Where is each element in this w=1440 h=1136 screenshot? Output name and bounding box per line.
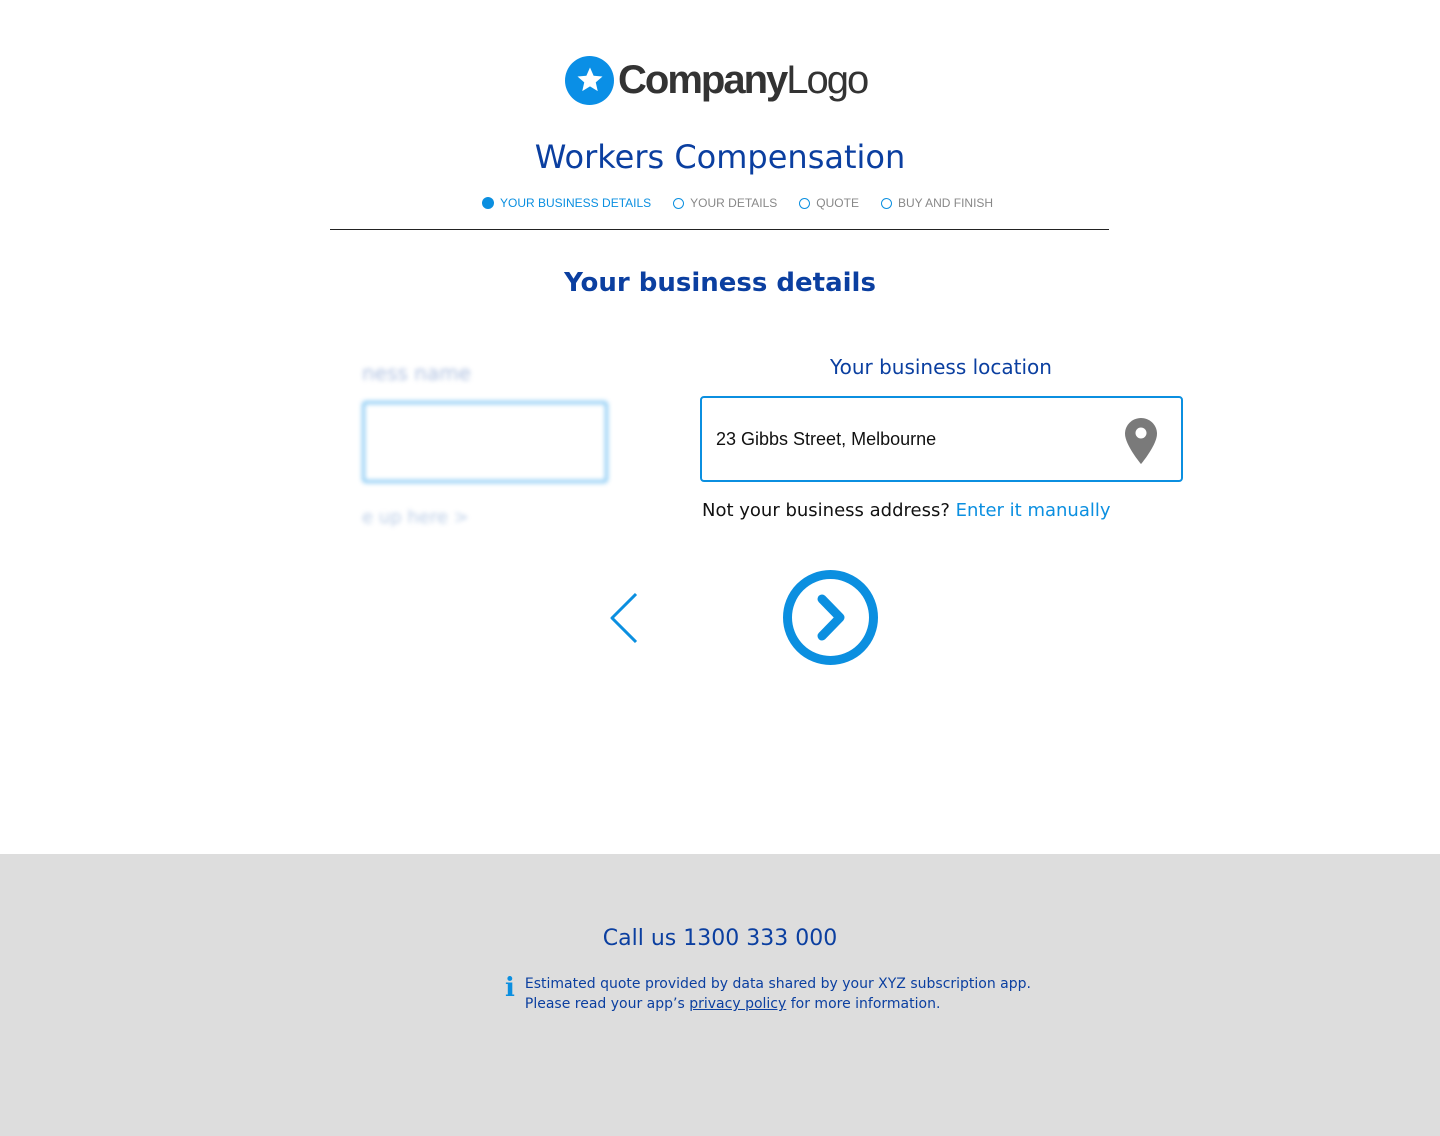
enter-manually-link[interactable]: Enter it manually — [956, 500, 1111, 521]
header-divider — [330, 229, 1109, 230]
business-location-input[interactable]: 23 Gibbs Street, Melbourne — [700, 396, 1183, 482]
star-icon — [565, 55, 614, 105]
section-title: Your business details — [564, 268, 876, 298]
step-business-details: YOUR BUSINESS DETAILS — [482, 196, 651, 210]
manual-prompt: Not your business address? — [702, 500, 950, 521]
info-line-2: Please read your app’s privacy policy fo… — [524, 996, 941, 1012]
info-line-1: Estimated quote provided by data shared … — [524, 976, 1031, 992]
step-dot-icon — [880, 197, 892, 209]
location-value: 23 Gibbs Street, Melbourne — [716, 428, 937, 449]
step-dot-icon — [799, 197, 811, 209]
step-your-details: YOUR DETAILS — [673, 196, 777, 210]
location-label: Your business location — [830, 355, 1052, 379]
logo-wordmark: CompanyLogo — [618, 58, 869, 102]
blurred-business-name-panel: ness name e up here > — [362, 355, 622, 535]
info-icon: i — [505, 973, 515, 1003]
step-quote: QUOTE — [799, 196, 859, 210]
next-button[interactable] — [782, 569, 879, 666]
step-active-dot-icon — [482, 197, 494, 209]
privacy-policy-link[interactable]: privacy policy — [689, 996, 786, 1012]
page-title: Workers Compensation — [534, 138, 906, 176]
look-up-link: e up here > — [362, 507, 469, 528]
chevron-left-icon — [610, 592, 638, 644]
progress-steps: YOUR BUSINESS DETAILS YOUR DETAILS QUOTE… — [482, 196, 1015, 210]
info-text: Estimated quote provided by data shared … — [525, 974, 1031, 1014]
business-name-input — [362, 401, 608, 483]
step-dot-icon — [673, 197, 685, 209]
call-us-text: Call us 1300 333 000 — [602, 926, 838, 951]
chevron-right-circle-icon — [783, 570, 878, 665]
step-buy-and-finish: BUY AND FINISH — [880, 196, 993, 210]
company-logo: CompanyLogo — [565, 55, 869, 105]
manual-entry-row: Not your business address? Enter it manu… — [702, 500, 1111, 521]
business-name-label: ness name — [362, 361, 471, 385]
back-button[interactable] — [606, 590, 646, 646]
map-pin-icon[interactable] — [1125, 418, 1157, 464]
footer: Call us 1300 333 000 i Estimated quote p… — [0, 854, 1440, 1136]
info-notice: i Estimated quote provided by data share… — [505, 974, 1031, 1014]
